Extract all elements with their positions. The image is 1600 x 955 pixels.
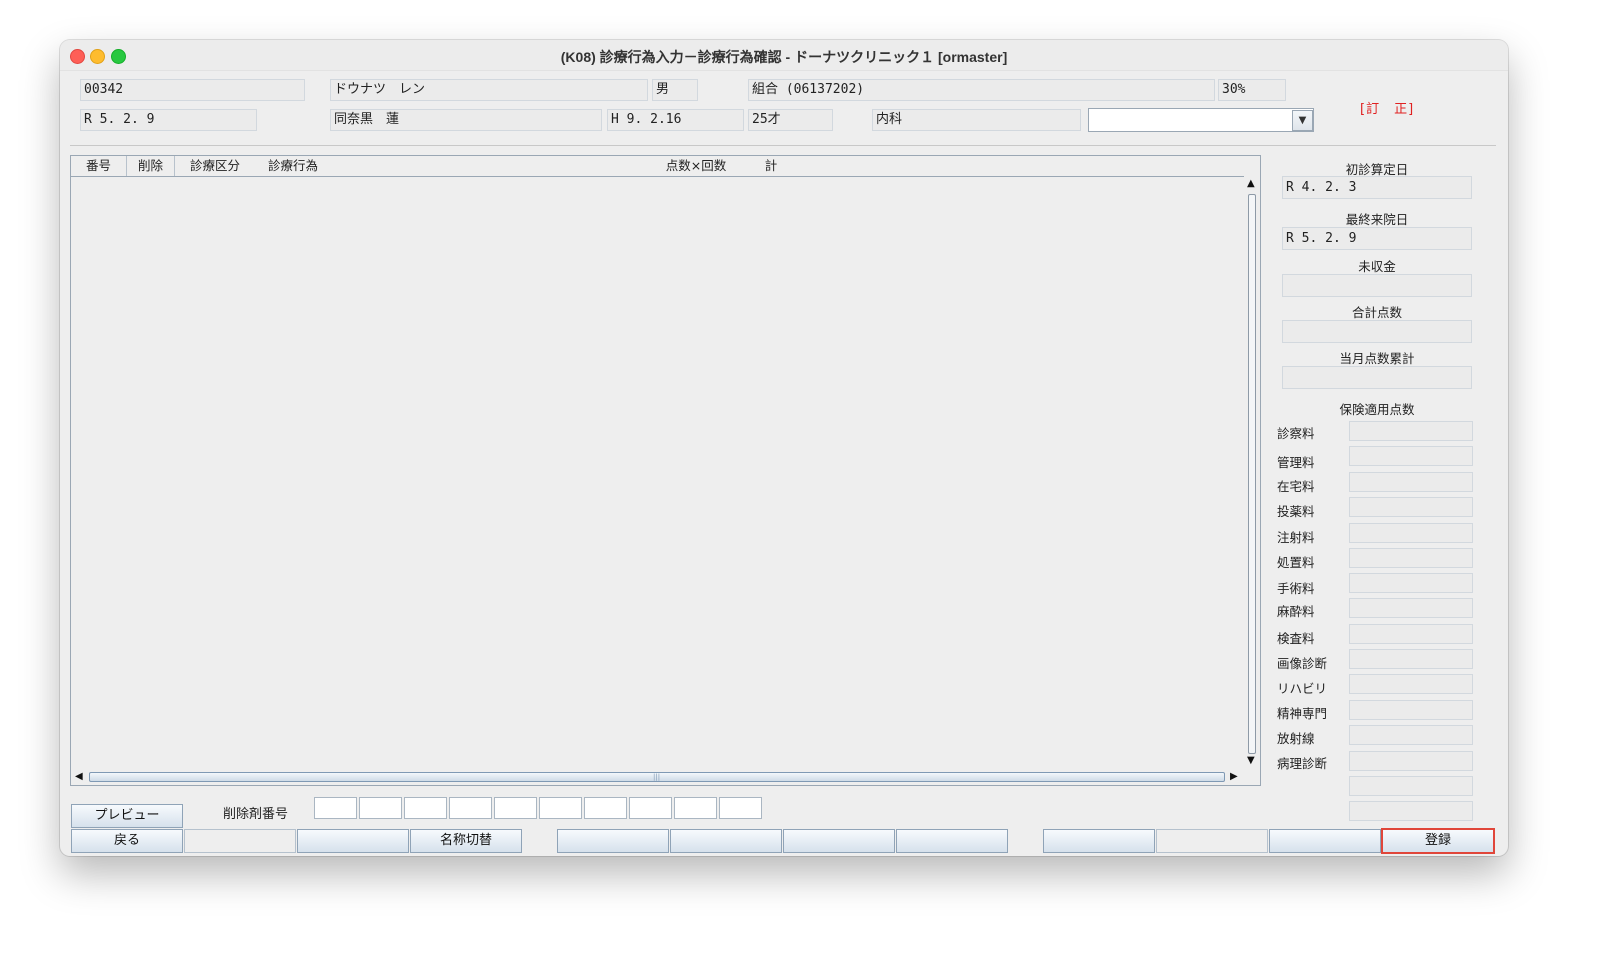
fee-field-rehabilitation: [1349, 674, 1473, 694]
scroll-right-icon[interactable]: ▶: [1230, 771, 1238, 782]
column-header-procedure[interactable]: 診療行為: [261, 156, 325, 176]
fee-label-pathology: 病理診断: [1277, 756, 1328, 771]
fee-field-psychiatry: [1349, 700, 1473, 720]
fee-field-extra-1: [1349, 776, 1473, 796]
last-visit-label: 最終来院日: [1345, 212, 1409, 227]
horizontal-scroll-thumb[interactable]: |||: [89, 772, 1225, 782]
fee-label-treatment: 処置料: [1277, 555, 1315, 570]
function-key-f5[interactable]: [557, 829, 669, 853]
patient-kana-name-field: ドウナツ レン: [330, 79, 648, 101]
function-key-f9[interactable]: [1043, 829, 1155, 853]
function-key-f8[interactable]: [896, 829, 1008, 853]
vertical-scroll-track[interactable]: [1248, 194, 1256, 754]
unpaid-field: [1282, 274, 1472, 297]
window-title: (K08) 診療行為入力－診療行為確認 - ドーナツクリニック１ [ormast…: [560, 49, 1008, 65]
column-header-points-times[interactable]: 点数×回数: [663, 156, 729, 176]
fee-field-anesthesia: [1349, 598, 1473, 618]
fee-label-injection: 注射料: [1277, 530, 1315, 545]
delete-number-input-8[interactable]: [629, 797, 672, 819]
birth-date-field: H 9. 2.16: [607, 109, 744, 131]
first-visit-field: R 4. 2. 3: [1282, 176, 1472, 199]
fee-field-examination: [1349, 624, 1473, 644]
fee-field-management: [1349, 446, 1473, 466]
patient-id-field: 00342: [80, 79, 305, 101]
column-header-total[interactable]: 計: [761, 156, 781, 176]
preview-button[interactable]: プレビュー: [71, 804, 183, 828]
fee-label-management: 管理料: [1277, 455, 1315, 470]
delete-number-input-6[interactable]: [539, 797, 582, 819]
fee-label-medication: 投薬料: [1277, 504, 1315, 519]
fee-label-rehabilitation: リハビリ: [1277, 681, 1328, 696]
fee-field-surgery: [1349, 573, 1473, 593]
month-points-field: [1282, 366, 1472, 389]
fee-label-home-care: 在宅料: [1277, 479, 1315, 494]
delete-number-input-2[interactable]: [359, 797, 402, 819]
function-key-f10[interactable]: [1156, 829, 1268, 853]
insurance-points-label: 保険適用点数: [1339, 402, 1415, 417]
function-key-f11[interactable]: [1269, 829, 1381, 853]
name-switch-button[interactable]: 名称切替: [410, 829, 522, 853]
fee-field-radiation: [1349, 725, 1473, 745]
scroll-down-icon[interactable]: ▼: [1247, 755, 1255, 766]
delete-number-input-5[interactable]: [494, 797, 537, 819]
scroll-up-icon[interactable]: ▲: [1247, 178, 1255, 189]
insurance-ratio-field: 30%: [1218, 79, 1286, 101]
back-button[interactable]: 戻る: [71, 829, 183, 853]
delete-number-input-3[interactable]: [404, 797, 447, 819]
insurance-field: 組合 (06137202): [748, 79, 1215, 101]
app-window: (K08) 診療行為入力－診療行為確認 - ドーナツクリニック１ [ormast…: [60, 40, 1508, 856]
horizontal-scrollbar[interactable]: ◀ ||| ▶: [71, 769, 1244, 785]
function-key-f7[interactable]: [783, 829, 895, 853]
age-field: 25才: [748, 109, 833, 131]
department-field: 内科: [872, 109, 1081, 131]
column-header-number[interactable]: 番号: [71, 156, 127, 176]
function-key-f2[interactable]: [184, 829, 296, 853]
function-key-f3[interactable]: [297, 829, 409, 853]
last-visit-field: R 5. 2. 9: [1282, 227, 1472, 250]
register-button[interactable]: 登録: [1381, 828, 1495, 854]
patient-sex-field: 男: [652, 79, 698, 101]
fee-label-examination: 検査料: [1277, 631, 1315, 646]
header-divider: [70, 145, 1496, 146]
delete-number-input-10[interactable]: [719, 797, 762, 819]
month-points-label: 当月点数累計: [1339, 351, 1415, 366]
delete-number-label: 削除剤番号: [223, 807, 289, 822]
fee-field-pathology: [1349, 751, 1473, 771]
delete-number-input-7[interactable]: [584, 797, 627, 819]
fee-label-imaging: 画像診断: [1277, 656, 1328, 671]
total-points-label: 合計点数: [1351, 305, 1402, 320]
fee-field-consultation: [1349, 421, 1473, 441]
correction-mode-label: [訂 正]: [1360, 102, 1415, 117]
fee-field-treatment: [1349, 548, 1473, 568]
fee-label-radiation: 放射線: [1277, 731, 1315, 746]
scroll-left-icon[interactable]: ◀: [75, 771, 83, 782]
fee-field-extra-2: [1349, 801, 1473, 821]
fee-label-consultation: 診察料: [1277, 426, 1315, 441]
delete-number-input-4[interactable]: [449, 797, 492, 819]
procedure-table[interactable]: 番号 削除 診療区分 診療行為 点数×回数 計 ▲ ▼ ◀ ||| ▶: [70, 155, 1261, 786]
table-header: 番号 削除 診療区分 診療行為 点数×回数 計: [71, 156, 1260, 177]
fee-label-surgery: 手術料: [1277, 581, 1315, 596]
delete-number-input-1[interactable]: [314, 797, 357, 819]
unpaid-label: 未収金: [1358, 259, 1396, 274]
fee-label-anesthesia: 麻酔料: [1277, 604, 1315, 619]
function-key-f6[interactable]: [670, 829, 782, 853]
vertical-scrollbar[interactable]: ▲ ▼: [1244, 176, 1260, 769]
selector-combo[interactable]: [1088, 108, 1314, 132]
title-bar: (K08) 診療行為入力－診療行為確認 - ドーナツクリニック１ [ormast…: [60, 40, 1508, 71]
visit-date-field: R 5. 2. 9: [80, 109, 257, 131]
delete-number-input-9[interactable]: [674, 797, 717, 819]
total-points-field: [1282, 320, 1472, 343]
fee-label-psychiatry: 精神専門: [1277, 706, 1328, 721]
fee-field-home-care: [1349, 472, 1473, 492]
column-header-delete[interactable]: 削除: [127, 156, 175, 176]
fee-field-medication: [1349, 497, 1473, 517]
patient-kanji-name-field: 同奈黒 蓮: [330, 109, 602, 131]
fee-field-injection: [1349, 523, 1473, 543]
chevron-down-icon[interactable]: ▼: [1292, 110, 1313, 131]
column-header-category[interactable]: 診療区分: [183, 156, 247, 176]
fee-field-imaging: [1349, 649, 1473, 669]
